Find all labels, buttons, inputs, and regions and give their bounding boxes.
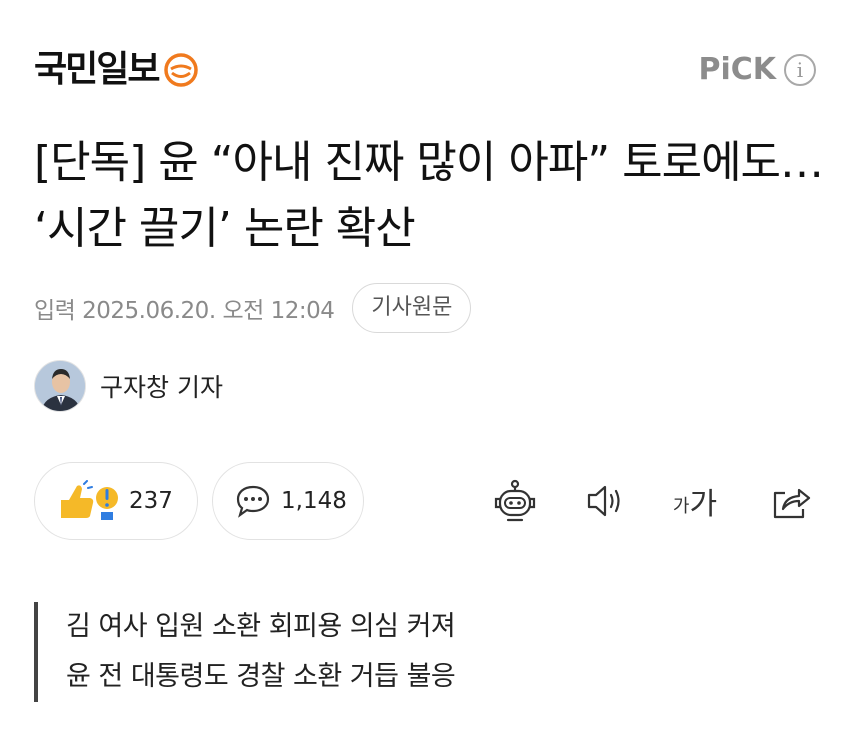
article-title: [단독] 윤 “아내 진짜 많이 아파” 토로에도… ‘시간 끌기’ 논란 확산 bbox=[34, 137, 824, 254]
action-bar: 237 1,148 가 가 bbox=[34, 462, 816, 540]
share-icon bbox=[773, 488, 811, 519]
press-logo-text: 국민일보 bbox=[34, 49, 160, 90]
reporter-name: 구자창 기자 bbox=[100, 373, 223, 402]
article-page: 국민일보 PiCK i [단독] 윤 “아내 진짜 많이 아파” 토로에도… ‘… bbox=[0, 0, 850, 755]
audio-button[interactable] bbox=[582, 478, 628, 524]
smile-emblem-icon bbox=[164, 53, 199, 87]
reporter-photo bbox=[35, 361, 85, 411]
article-header: 국민일보 PiCK i bbox=[34, 42, 816, 102]
font-size-large-glyph: 가 bbox=[689, 487, 718, 522]
article-summary: 김 여사 입원 소환 회피용 의심 커져 윤 전 대통령도 경찰 소환 거듭 불… bbox=[34, 602, 734, 702]
pick-badge[interactable]: PiCK i bbox=[698, 50, 816, 90]
summary-bot-button[interactable] bbox=[492, 478, 538, 524]
thumbs-up-icon bbox=[61, 480, 118, 520]
reporter-avatar bbox=[34, 360, 86, 412]
original-article-button[interactable]: 기사원문 bbox=[352, 283, 472, 333]
share-button[interactable] bbox=[768, 478, 814, 524]
comment-count: 1,148 bbox=[281, 488, 347, 514]
speaker-icon bbox=[587, 485, 620, 517]
speech-bubble-icon bbox=[236, 485, 270, 518]
info-icon[interactable]: i bbox=[784, 54, 816, 86]
reaction-button[interactable]: 237 bbox=[34, 462, 198, 540]
publish-date: 입력 2025.06.20. 오전 12:04 bbox=[34, 298, 335, 324]
comment-button[interactable]: 1,148 bbox=[212, 462, 364, 540]
press-logo[interactable]: 국민일보 bbox=[34, 48, 199, 92]
reaction-count: 237 bbox=[129, 488, 173, 514]
summary-line: 김 여사 입원 소환 회피용 의심 커져 bbox=[66, 611, 456, 642]
font-size-icon[interactable]: 가 가 bbox=[666, 478, 724, 524]
pick-label: PiCK bbox=[698, 52, 776, 87]
robot-icon bbox=[494, 479, 536, 522]
article-meta: 입력 2025.06.20. 오전 12:04 기사원문 bbox=[34, 282, 472, 334]
summary-line: 윤 전 대통령도 경찰 소환 거듭 불응 bbox=[66, 661, 456, 692]
font-size-small-glyph: 가 bbox=[672, 496, 690, 517]
reporter-info[interactable]: 구자창 기자 bbox=[34, 358, 223, 414]
